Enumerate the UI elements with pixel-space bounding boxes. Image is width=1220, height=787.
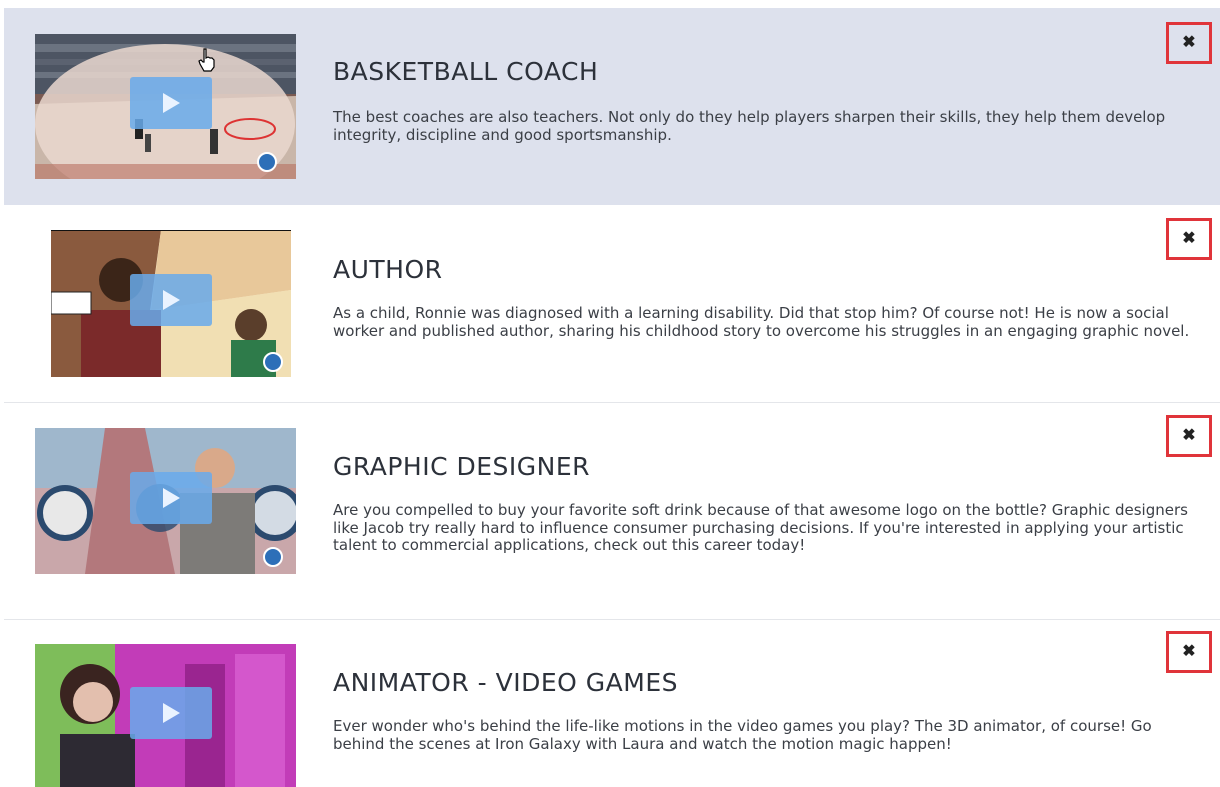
play-button[interactable] bbox=[130, 472, 212, 524]
close-icon: ✖ bbox=[1182, 34, 1196, 51]
play-icon bbox=[163, 290, 180, 310]
video-thumbnail[interactable] bbox=[51, 230, 291, 377]
career-card-author[interactable]: AUTHOR As a child, Ronnie was diagnosed … bbox=[4, 205, 1220, 403]
close-icon: ✖ bbox=[1182, 427, 1196, 444]
career-title: AUTHOR bbox=[333, 255, 443, 284]
video-thumbnail[interactable] bbox=[35, 644, 296, 787]
career-description: The best coaches are also teachers. Not … bbox=[333, 108, 1166, 144]
close-icon: ✖ bbox=[1182, 230, 1196, 247]
play-button[interactable] bbox=[130, 77, 212, 129]
career-title: ANIMATOR - VIDEO GAMES bbox=[333, 668, 678, 697]
remove-button[interactable]: ✖ bbox=[1166, 415, 1212, 457]
career-card-graphic-designer[interactable]: GRAPHIC DESIGNER Are you compelled to bu… bbox=[4, 403, 1220, 620]
remove-button[interactable]: ✖ bbox=[1166, 631, 1212, 673]
video-thumbnail[interactable] bbox=[35, 34, 296, 179]
play-button[interactable] bbox=[130, 687, 212, 739]
close-icon: ✖ bbox=[1182, 643, 1196, 660]
badge-icon bbox=[263, 352, 283, 372]
play-icon bbox=[163, 488, 180, 508]
play-button[interactable] bbox=[130, 274, 212, 326]
career-card-basketball-coach[interactable]: BASKETBALL COACH The best coaches are al… bbox=[4, 8, 1220, 205]
badge-icon bbox=[257, 152, 277, 172]
career-description: Are you compelled to buy your favorite s… bbox=[333, 501, 1188, 554]
career-description: Ever wonder who's behind the life-like m… bbox=[333, 717, 1152, 753]
hand-cursor-icon bbox=[198, 48, 215, 72]
remove-button[interactable]: ✖ bbox=[1166, 218, 1212, 260]
career-card-animator[interactable]: ANIMATOR - VIDEO GAMES Ever wonder who's… bbox=[4, 620, 1220, 787]
remove-button[interactable]: ✖ bbox=[1166, 22, 1212, 64]
video-thumbnail[interactable] bbox=[35, 428, 296, 574]
badge-icon bbox=[263, 547, 283, 567]
play-icon bbox=[163, 93, 180, 113]
career-title: BASKETBALL COACH bbox=[333, 57, 599, 86]
play-icon bbox=[163, 703, 180, 723]
career-title: GRAPHIC DESIGNER bbox=[333, 452, 591, 481]
career-description: As a child, Ronnie was diagnosed with a … bbox=[333, 304, 1190, 340]
